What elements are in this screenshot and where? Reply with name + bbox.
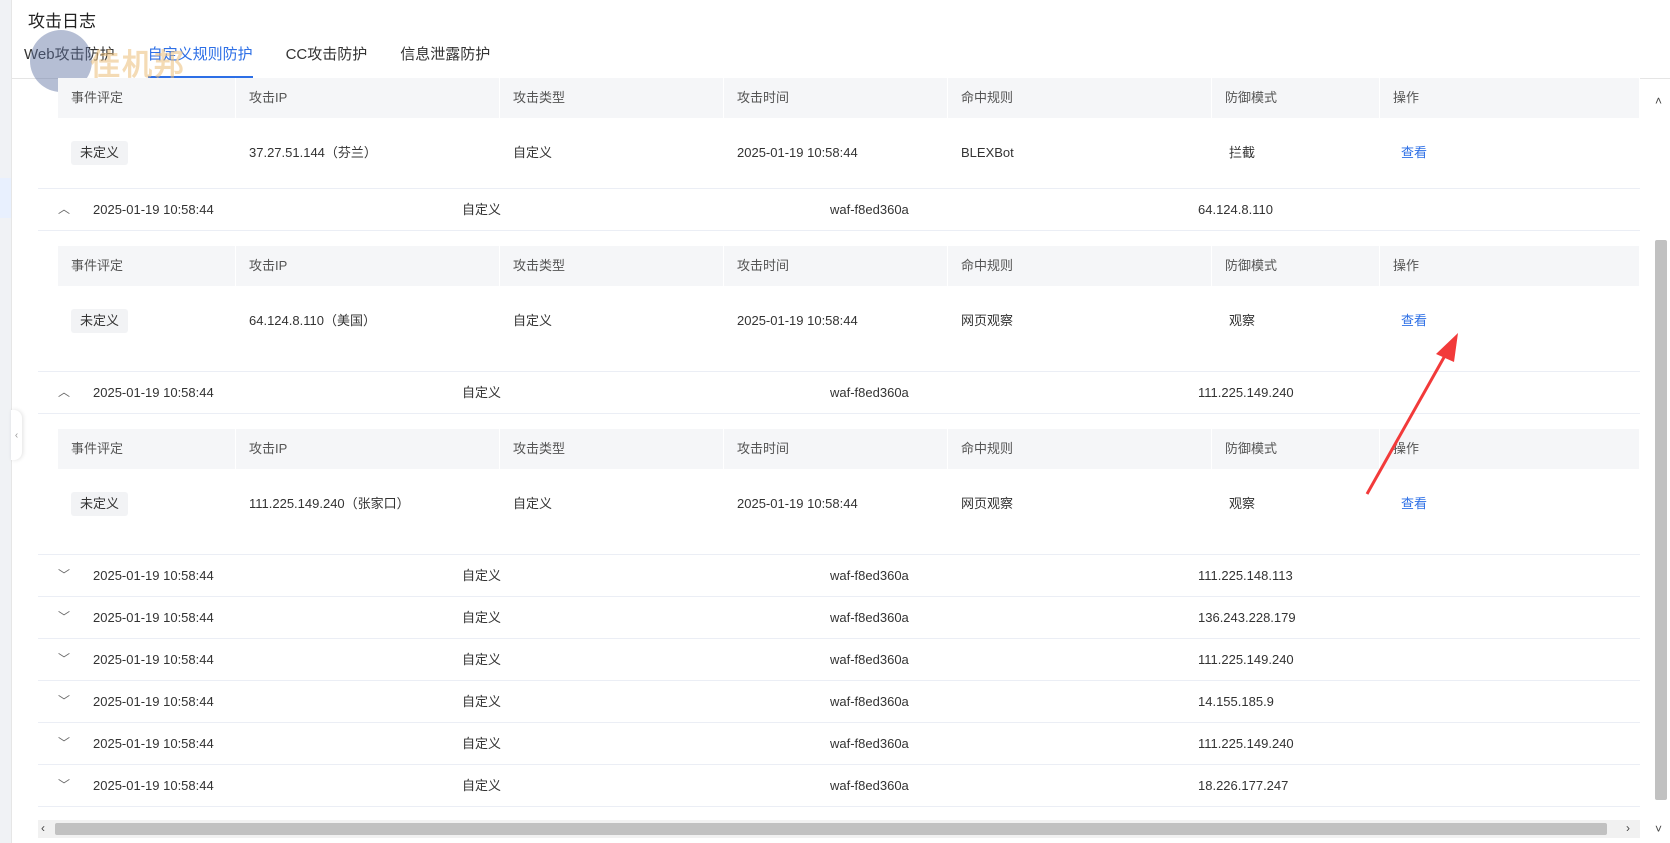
horizontal-scroll-thumb[interactable]	[55, 823, 1607, 835]
scroll-right-icon[interactable]: ›	[1626, 821, 1630, 835]
horizontal-scrollbar[interactable]: ‹ ›	[38, 820, 1640, 838]
vertical-scroll-thumb[interactable]	[1655, 240, 1667, 800]
annotation-arrow	[1365, 333, 1458, 495]
scroll-left-icon[interactable]: ‹	[41, 821, 45, 835]
vertical-scrollbar[interactable]: ˄ ˅	[1652, 90, 1670, 836]
scroll-down-icon[interactable]: ˅	[1655, 822, 1662, 836]
scroll-up-icon[interactable]: ˄	[1655, 94, 1662, 108]
